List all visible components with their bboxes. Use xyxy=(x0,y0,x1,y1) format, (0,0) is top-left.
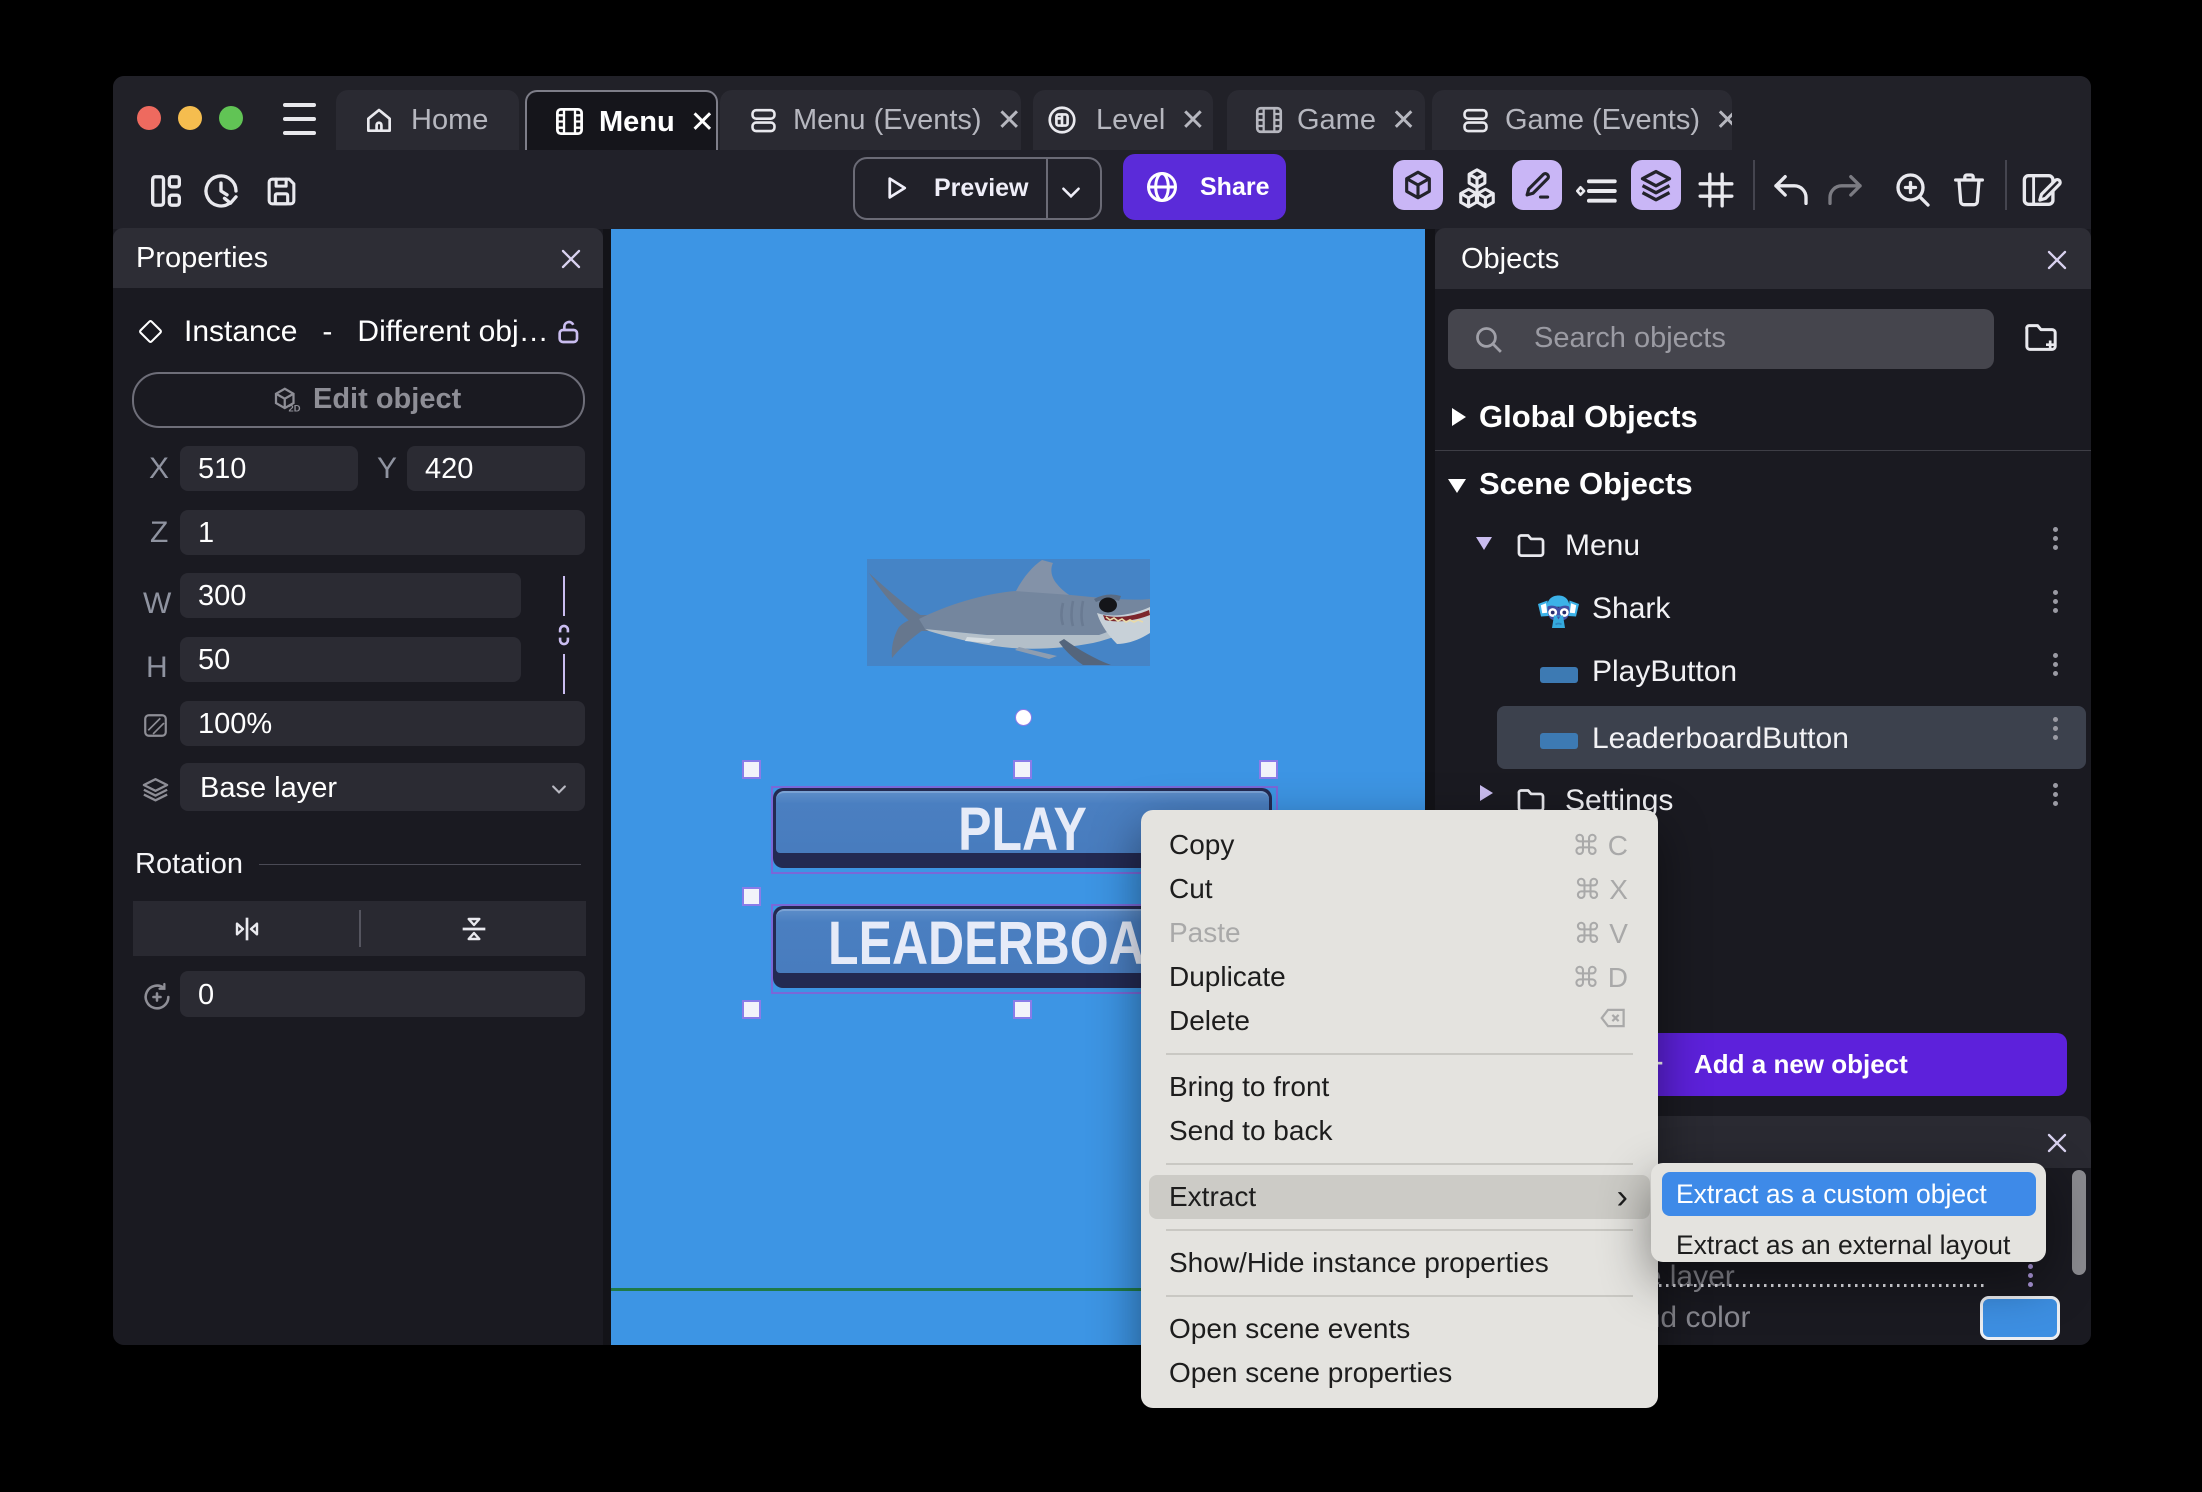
svg-text:2D: 2D xyxy=(289,403,301,413)
